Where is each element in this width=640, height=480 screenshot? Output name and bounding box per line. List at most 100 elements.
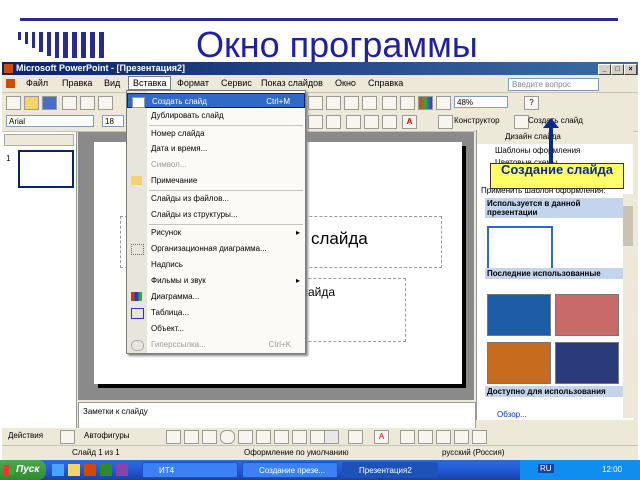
designer-button[interactable]: Конструктор [454,116,500,125]
menu-slideshow[interactable]: Показ слайдов [261,78,323,88]
lang-indicator[interactable]: RU [538,464,554,473]
menu-view[interactable]: Вид [104,78,120,88]
help-icon[interactable]: ? [524,96,539,110]
print-icon[interactable] [80,96,95,110]
ql-icon-5[interactable] [116,464,128,476]
save-icon[interactable] [42,96,57,110]
menu-edit[interactable]: Правка [62,78,92,88]
3d-icon[interactable] [472,430,487,444]
shadow-icon[interactable] [454,430,469,444]
template-thumb-navy[interactable] [555,342,619,384]
color-icon[interactable] [418,96,433,110]
new-slide-icon[interactable] [514,115,529,129]
menu-new-slide[interactable]: Создать слайд Ctrl+M [127,93,305,108]
close-button[interactable]: × [624,64,637,75]
rectangle-icon[interactable] [202,430,217,444]
ql-icon-2[interactable] [68,464,80,476]
maximize-button[interactable]: □ [611,64,624,75]
task-presentation[interactable]: Создание презе... [242,462,338,478]
zoom-combo[interactable]: 48% [454,96,508,108]
menu-date-time[interactable]: Дата и время... [127,141,305,156]
design-templates-link[interactable]: Шаблоны оформления [495,146,580,155]
ql-icon-4[interactable] [100,464,112,476]
arrow-style-icon[interactable] [436,430,451,444]
fill-color-icon[interactable] [324,430,339,444]
grid-icon[interactable] [382,96,397,110]
browse-link[interactable]: Обзор... [497,410,527,419]
menu-help[interactable]: Справка [368,78,403,88]
font-combo[interactable]: Arial [6,115,94,127]
minimize-button[interactable]: _ [598,64,611,75]
menu-slides-from-files[interactable]: Слайды из файлов... [127,191,305,206]
panel-tabs[interactable] [4,134,74,146]
menu-chart[interactable]: Диаграмма... [127,289,305,304]
wordart-icon[interactable] [256,430,271,444]
callout-arrow [549,124,553,164]
window-title: Microsoft PowerPoint - [Презентация2] [16,63,186,73]
font-color-draw-icon[interactable]: A [374,430,389,444]
preview-icon[interactable] [98,96,113,110]
task-folder[interactable]: ИТ4 [142,462,238,478]
template-thumb-default[interactable] [487,226,553,270]
arrow-icon[interactable] [184,430,199,444]
ql-icon-3[interactable] [84,464,96,476]
size-combo[interactable]: 18 [102,115,124,127]
autoshapes-menu[interactable]: Автофигуры [84,431,130,440]
designer-icon[interactable] [438,115,453,129]
diagram-icon[interactable] [274,430,289,444]
bold-icon[interactable] [308,115,323,129]
template-thumb-orange[interactable] [487,342,551,384]
menu-tools[interactable]: Сервис [221,78,252,88]
increase-font-icon[interactable] [346,115,361,129]
menu-org-chart[interactable]: Организационная диаграмма... [127,241,305,256]
open-icon[interactable] [24,96,39,110]
windows-icon [4,465,14,475]
task-pane-scrollbar[interactable] [623,194,633,418]
expand-icon[interactable] [400,96,415,110]
menu-picture[interactable]: Рисунок ▸ [127,225,305,240]
menu-format[interactable]: Формат [177,78,209,88]
help-search-input[interactable]: Введите вопрос [508,78,599,91]
dash-style-icon[interactable] [418,430,433,444]
title-bar: Microsoft PowerPoint - [Презентация2] _ … [2,62,638,75]
line-icon[interactable] [166,430,181,444]
menu-insert[interactable]: Вставка [128,76,172,90]
decrease-font-icon[interactable] [364,115,379,129]
hanging-indent-icon[interactable] [436,96,451,110]
menu-window[interactable]: Окно [335,78,356,88]
clipart-icon[interactable] [292,430,307,444]
new-icon[interactable] [6,96,21,110]
oval-icon[interactable] [220,430,235,444]
menu-duplicate-slide[interactable]: Дублировать слайд [127,108,305,123]
line-color-icon[interactable] [348,430,363,444]
menu-movies-sounds[interactable]: Фильмы и звук ▸ [127,273,305,288]
template-thumb-blue[interactable] [487,294,551,336]
table-icon[interactable] [308,96,323,110]
menu-comment[interactable]: Примечание [127,173,305,188]
task-pane-header: Дизайн слайда [477,130,633,144]
ql-icon-1[interactable] [52,464,64,476]
bullets-icon[interactable] [382,115,397,129]
font-color-icon[interactable]: A [402,115,417,129]
line-style-icon[interactable] [400,430,415,444]
start-button[interactable]: Пуск [0,460,46,480]
indent-icon[interactable] [326,115,341,129]
task-powerpoint[interactable]: Презентация2 [342,462,438,478]
menu-slide-number[interactable]: Номер слайда [127,126,305,141]
slide-thumbnail[interactable] [18,150,74,188]
menu-slides-from-outline[interactable]: Слайды из структуры... [127,207,305,222]
select-arrow-icon[interactable] [60,430,75,444]
format-icon[interactable] [362,96,377,110]
menu-file[interactable]: Файл [26,78,48,88]
template-thumb-red[interactable] [555,294,619,336]
textbox-icon[interactable] [344,96,359,110]
chart-icon[interactable] [326,96,341,110]
picture-icon[interactable] [310,430,325,444]
menu-object[interactable]: Объект... [127,321,305,336]
email-icon[interactable] [62,96,77,110]
actions-menu[interactable]: Действия [8,431,43,440]
menu-table[interactable]: Таблица... [127,305,305,320]
textbox-draw-icon[interactable] [238,430,253,444]
menu-textbox[interactable]: Надпись [127,257,305,272]
table-menu-icon [131,308,144,319]
